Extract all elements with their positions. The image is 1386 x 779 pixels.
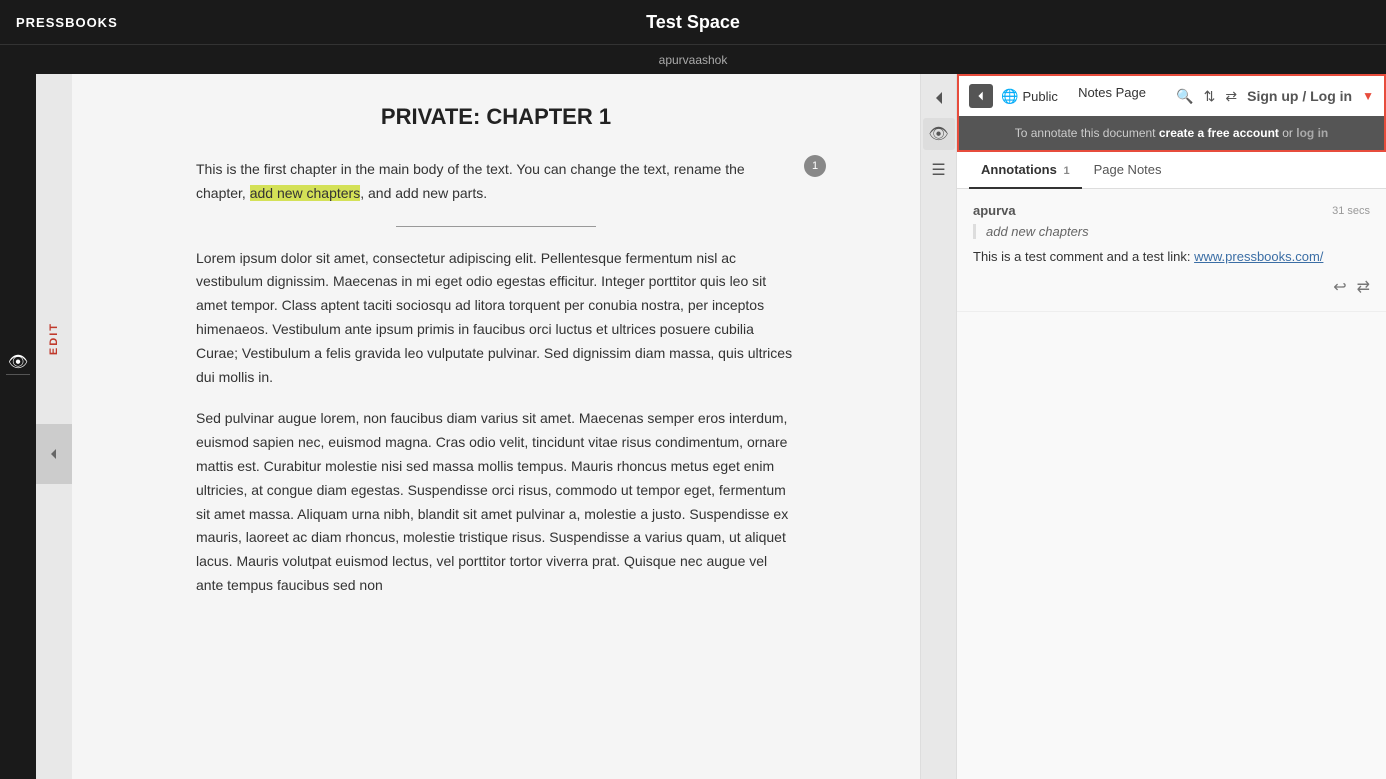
annotated-text[interactable]: add new chapters <box>250 185 361 201</box>
first-paragraph: This is the first chapter in the main bo… <box>196 158 796 206</box>
tab-annotations-label: Annotations <box>981 162 1057 177</box>
eye-icon[interactable]: 👁 <box>8 352 28 372</box>
annotation-link[interactable]: www.pressbooks.com/ <box>1194 249 1323 264</box>
subtitle-text: apurvaashok <box>659 53 728 67</box>
hypothesis-toolbar-icons: 🔍 ⇅ ⇄ Sign up / Log in ▼ <box>1176 88 1374 105</box>
reply-icon[interactable]: ↩ <box>1333 277 1346 297</box>
eye-sidebar-button[interactable]: 👁 <box>923 118 955 150</box>
globe-icon: 🌐 <box>1001 88 1018 105</box>
app-logo[interactable]: PRESSBOOKS <box>16 15 118 30</box>
tab-page-notes-label: Page Notes <box>1094 162 1162 177</box>
visibility-badge[interactable]: 🌐 Public <box>1001 88 1058 105</box>
annotation-quote: add new chapters <box>973 224 1370 239</box>
annotation-quote-text: add new chapters <box>986 224 1089 239</box>
annotate-message-before: To annotate this document <box>1015 126 1159 140</box>
tab-annotations[interactable]: Annotations 1 <box>969 152 1082 189</box>
share-annotation-icon[interactable]: ⇄ <box>1357 277 1370 297</box>
annotation-time: 31 secs <box>1332 205 1370 217</box>
app-title: Test Space <box>646 12 740 33</box>
annotation-actions: ↩ ⇄ <box>973 277 1370 297</box>
tab-annotations-count: 1 <box>1063 165 1069 177</box>
share-icon[interactable]: ⇄ <box>1225 88 1237 105</box>
hypothesis-arrow-button[interactable] <box>969 84 993 108</box>
left-panel: EDIT <box>36 74 72 779</box>
annotation-card: apurva 31 secs add new chapters This is … <box>957 189 1386 312</box>
chevron-down-icon[interactable]: ▼ <box>1362 89 1374 103</box>
hypothesis-sidebar-buttons: 👁 ☰ <box>920 74 956 779</box>
signup-login-button[interactable]: Sign up / Log in <box>1247 88 1352 104</box>
annotation-user[interactable]: apurva <box>973 203 1016 218</box>
subtitle-bar: apurvaashok <box>0 44 1386 74</box>
create-account-link[interactable]: create a free account <box>1159 126 1279 140</box>
hypothesis-annotate-bar: To annotate this document create a free … <box>959 116 1384 150</box>
collapse-sidebar-button[interactable] <box>923 82 955 114</box>
visibility-label: Public <box>1022 89 1057 104</box>
section-divider <box>396 226 596 227</box>
hypothesis-sidebar: 🌐 Public 🔍 ⇅ ⇄ Sign up / Log in ▼ To ann… <box>956 74 1386 779</box>
chapter-title: PRIVATE: CHAPTER 1 <box>196 104 796 130</box>
tab-page-notes[interactable]: Page Notes <box>1082 152 1174 189</box>
search-icon[interactable]: 🔍 <box>1176 88 1193 105</box>
hypothesis-tabs: Annotations 1 Page Notes <box>957 152 1386 189</box>
annotation-header: apurva 31 secs <box>973 203 1370 218</box>
lorem-paragraph-1: Lorem ipsum dolor sit amet, consectetur … <box>196 247 796 390</box>
top-bar: PRESSBOOKS Test Space <box>0 0 1386 44</box>
document-main: PRIVATE: CHAPTER 1 This is the first cha… <box>72 74 920 779</box>
hypothesis-top-controls: 🌐 Public 🔍 ⇅ ⇄ Sign up / Log in ▼ To ann… <box>957 74 1386 152</box>
list-sidebar-button[interactable]: ☰ <box>923 154 955 186</box>
annotate-or: or <box>1279 126 1296 140</box>
login-link[interactable]: log in <box>1296 126 1328 140</box>
first-para-after: , and add new parts. <box>360 185 487 201</box>
sort-icon[interactable]: ⇅ <box>1204 88 1216 105</box>
hypothesis-toolbar: 🌐 Public 🔍 ⇅ ⇄ Sign up / Log in ▼ <box>959 76 1384 116</box>
nav-prev-button[interactable] <box>36 424 72 484</box>
annotation-comment: This is a test comment and a test link: … <box>973 247 1370 267</box>
annotation-count-bubble[interactable]: 1 <box>804 155 826 177</box>
annotation-comment-before: This is a test comment and a test link: <box>973 249 1194 264</box>
edit-button[interactable]: EDIT <box>44 314 64 363</box>
lorem-paragraph-2: Sed pulvinar augue lorem, non faucibus d… <box>196 407 796 597</box>
